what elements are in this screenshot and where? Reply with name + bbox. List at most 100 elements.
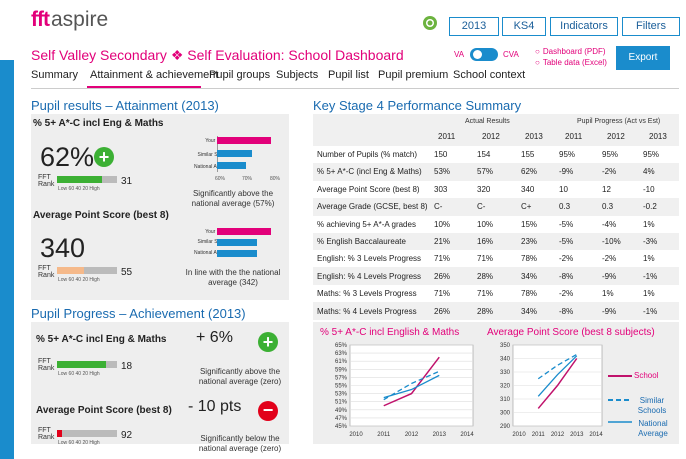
y-tick-label: 65%: [335, 343, 348, 349]
table-row: % achieving 5+ A*-A grades 10% 10% 15% -5% -4…: [313, 215, 679, 233]
row-label: English: % 4 Levels Progress: [317, 271, 422, 281]
fft-aspire-logo[interactable]: fftaspire: [31, 8, 108, 32]
va-cva-toggle[interactable]: [470, 48, 498, 61]
export-options: ○ Dashboard (PDF) ○ Table data (Excel): [535, 46, 607, 68]
progress-cell: -9%: [559, 167, 574, 177]
y-tick-label: 47%: [335, 416, 348, 422]
actual-cell: 26%: [434, 271, 451, 281]
x-tick-label: 2010: [512, 432, 526, 438]
actual-cell: 78%: [521, 254, 538, 264]
progress-cell: 1%: [643, 219, 655, 229]
table-row: Maths: % 3 Levels Progress 71% 71% 78% -2% 1%…: [313, 285, 679, 303]
x-tick-label: 2014: [460, 432, 474, 438]
actual-cell: 154: [477, 150, 491, 159]
tab-summary[interactable]: Summary: [31, 69, 78, 81]
p1-note: Significantly above the national average…: [198, 367, 282, 386]
ks4-table: Actual Results Pupil Progress (Act vs Es…: [313, 114, 679, 320]
x-tick-label: 2012: [551, 432, 565, 438]
m1-rank: 31: [121, 176, 133, 187]
actual-cell: 34%: [521, 271, 538, 281]
y-tick-label: 310: [500, 397, 511, 403]
p2-note: Significantly below the national average…: [198, 434, 282, 453]
progress-cell: -1%: [643, 271, 658, 281]
actual-cell: 71%: [477, 289, 494, 299]
rank-fill: [57, 361, 107, 368]
progress-cell: 0.3: [602, 202, 614, 212]
actual-cell: 78%: [521, 289, 538, 299]
progress-cell: -5%: [559, 219, 574, 229]
row-label: % achieving 5+ A*-A grades: [317, 219, 416, 229]
tab-pupil-list[interactable]: Pupil list: [328, 69, 369, 81]
ks4-title: Key Stage 4 Performance Summary: [313, 98, 522, 113]
row-label: % 5+ A*-C (incl Eng & Maths): [317, 167, 422, 177]
progress-cell: -8%: [559, 271, 574, 281]
row-label: Maths: % 3 Levels Progress: [317, 289, 417, 299]
y-tick-label: 330: [500, 370, 511, 376]
export-button[interactable]: Export: [616, 46, 670, 70]
row-label: Maths: % 4 Levels Progress: [317, 306, 417, 316]
y-tick-label: 45%: [335, 424, 348, 430]
x-tick-label: 2014: [589, 432, 603, 438]
tab-subjects[interactable]: Subjects: [276, 69, 318, 81]
bar-school: [217, 228, 272, 235]
tab-pupil-groups[interactable]: Pupil groups: [209, 69, 270, 81]
table-excel-option[interactable]: ○ Table data (Excel): [535, 57, 607, 68]
actual-cell: 34%: [521, 306, 538, 316]
m1-value: 62%: [40, 142, 95, 172]
actual-cell: 10%: [477, 219, 494, 229]
tab-pupil-premium[interactable]: Pupil premium: [378, 69, 448, 81]
actual-cell: 15%: [521, 219, 538, 229]
table-row: Maths: % 4 Levels Progress 26% 28% 34% -8% -9…: [313, 303, 679, 320]
dashboard-pdf-option[interactable]: ○ Dashboard (PDF): [535, 46, 607, 57]
progress-cell: -4%: [602, 219, 617, 229]
legend-similar: Similar Schools: [637, 396, 667, 415]
row-label: Average Grade (GCSE, best 8): [317, 202, 428, 212]
actual-cell: 10%: [434, 219, 451, 229]
p1-rank: 18: [121, 361, 133, 372]
pupil-results-title: Pupil results – Attainment (2013): [31, 98, 219, 113]
progress-cell: -0.2: [643, 202, 657, 212]
table-row: % English Baccalaureate 21% 16% 23% -5% -10% -…: [313, 233, 679, 250]
active-tab-indicator: [87, 86, 201, 88]
p2-value: - 10 pts: [188, 398, 242, 415]
progress-cell: -10%: [602, 237, 621, 246]
page-title: Self Valley Secondary ❖ Self Evaluation:…: [31, 47, 404, 63]
y-tick-label: 59%: [335, 367, 348, 373]
bar-national: [217, 250, 257, 257]
progress-cell: -2%: [602, 167, 617, 177]
progress-cell: -2%: [602, 254, 617, 264]
table-row: English: % 3 Levels Progress 71% 71% 78% -2%…: [313, 250, 679, 268]
tab-school-context[interactable]: School context: [453, 69, 525, 81]
filters-button[interactable]: Filters: [622, 17, 680, 36]
actual-cell: 303: [434, 184, 448, 194]
actual-cell: 28%: [477, 306, 494, 316]
m1-note: Significantly above the national average…: [191, 189, 275, 208]
actual-cell: 320: [477, 184, 491, 194]
year-button[interactable]: 2013: [449, 17, 499, 36]
bar-school: [217, 137, 272, 144]
y-tick-label: 57%: [335, 375, 348, 381]
row-label: Average Point Score (best 8): [317, 184, 420, 194]
x-tick-label: 2010: [349, 432, 363, 438]
y-tick-label: 300: [500, 411, 511, 417]
stage-button[interactable]: KS4: [502, 17, 546, 36]
indicators-button[interactable]: Indicators: [550, 17, 618, 36]
table-row: English: % 4 Levels Progress 26% 28% 34% -8%…: [313, 268, 679, 285]
actual-cell: 21%: [434, 237, 451, 246]
legend-national: National Average: [638, 419, 668, 438]
actual-cell: C-: [434, 202, 443, 212]
m2-label: Average Point Score (best 8): [33, 210, 169, 221]
tab-attainment[interactable]: Attainment & achievement: [90, 69, 218, 81]
cva-label: CVA: [503, 50, 519, 59]
progress-cell: 95%: [559, 150, 576, 159]
bar-national: [217, 162, 246, 169]
actual-cell: 57%: [477, 167, 494, 177]
progress-cell: -2%: [559, 254, 574, 264]
p2-rank: 92: [121, 430, 133, 441]
progress-cell: 12: [602, 184, 611, 194]
y-tick-label: 51%: [335, 400, 348, 406]
plus-icon: +: [258, 332, 278, 352]
help-icon[interactable]: [422, 15, 438, 31]
progress-cell: -9%: [602, 271, 617, 281]
y-tick-label: 61%: [335, 359, 348, 365]
